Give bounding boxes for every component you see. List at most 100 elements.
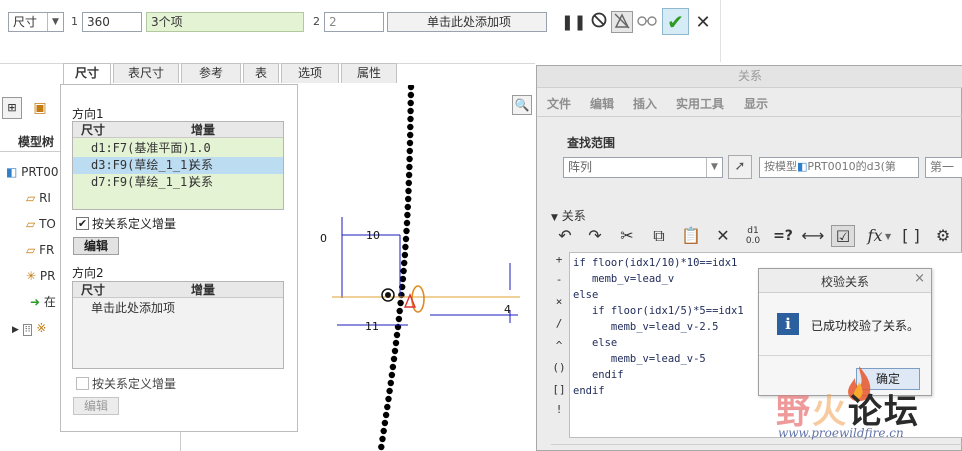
dir1-relation-checkbox[interactable]: ✔ — [76, 217, 89, 230]
op-multiply[interactable]: × — [552, 294, 566, 310]
confirm-check-icon[interactable]: ✔ — [662, 8, 689, 35]
bottom-divider — [551, 444, 962, 445]
redo-icon[interactable]: ↷ — [583, 225, 607, 247]
tree-item-right-plane[interactable]: ▱ RI — [26, 187, 51, 209]
tab-table[interactable]: 表 — [243, 63, 279, 83]
verify-relations-icon[interactable]: ☑ — [831, 225, 855, 247]
row-dim: d3:F9(草绘_1_1) — [91, 158, 195, 172]
menu-insert[interactable]: 插入 — [633, 95, 657, 112]
dialog-message: 已成功校验了关系。 — [811, 319, 920, 333]
folder-icon[interactable]: ▣ — [30, 98, 50, 118]
dir1-items-field[interactable]: 3个项 — [146, 12, 304, 32]
menu-utilities[interactable]: 实用工具 — [676, 95, 724, 112]
tab-dimensions[interactable]: 尺寸 — [63, 63, 111, 84]
pattern-instance-dot — [390, 355, 398, 363]
pattern-icon: ⁝⁝ — [22, 324, 33, 336]
pattern-instance-dot — [380, 427, 387, 435]
menu-display[interactable]: 显示 — [744, 95, 768, 112]
menu-file[interactable]: 文件 — [547, 95, 571, 112]
table-row[interactable]: d1:F7(基准平面) 1.0 — [73, 140, 283, 157]
brackets-icon[interactable]: [ ] — [899, 225, 923, 247]
undo-icon[interactable]: ↶ — [553, 225, 577, 247]
pattern-instance-dot — [404, 203, 411, 211]
pattern-instance-dot — [402, 243, 409, 251]
col-increment: 增量 — [191, 123, 216, 137]
pattern-instance-dot — [378, 443, 385, 451]
code-line: else — [573, 289, 599, 301]
tree-item-csys[interactable]: ✳ PR — [26, 265, 55, 287]
dir2-count-input[interactable]: 2 — [324, 12, 384, 32]
pattern-instance-dot — [387, 379, 394, 387]
ok-button[interactable]: 确定 — [856, 368, 920, 390]
pattern-instance-dot — [381, 419, 389, 427]
glasses-icon[interactable] — [636, 11, 658, 33]
pattern-instance-dot — [379, 435, 386, 443]
chevron-down-icon: ▼ — [706, 158, 722, 177]
op-brackets[interactable]: [] — [552, 382, 566, 398]
dir1-relation-label: 按关系定义增量 — [92, 217, 177, 231]
close-icon[interactable]: ✕ — [692, 12, 714, 34]
tree-item-insert-here[interactable]: ➜ 在 — [30, 291, 56, 313]
dir2-relation-checkbox[interactable] — [76, 377, 89, 390]
preview-geometry-icon[interactable] — [611, 11, 633, 33]
edit-relations-button-disabled[interactable]: 编辑 — [73, 397, 119, 415]
tab-options[interactable]: 选项 — [281, 63, 339, 83]
op-not[interactable]: ! — [552, 402, 566, 418]
pattern-instance-dot — [399, 275, 407, 283]
pattern-instance-dot — [407, 107, 414, 115]
op-power[interactable]: ^ — [552, 338, 566, 354]
model-select-2[interactable]: 第一 — [925, 157, 962, 178]
pattern-instance-dot — [407, 91, 415, 99]
dir2-label: 方向2 — [72, 266, 104, 280]
delete-icon[interactable]: ✕ — [711, 225, 735, 247]
type-select[interactable]: 尺寸 ▼ — [8, 12, 64, 32]
dir2-add-item[interactable]: 单击此处添加项 — [91, 300, 175, 317]
tree-item-top-plane[interactable]: ▱ TO — [26, 213, 56, 235]
tree-item-pattern[interactable]: ▶ ⁝⁝ ※ — [12, 317, 46, 339]
pattern-instance-dot — [405, 179, 412, 187]
dialog-title: 校验关系 — [820, 275, 869, 289]
table-row-selected[interactable]: d3:F9(草绘_1_1) 关系 — [73, 157, 283, 174]
switch-dim-display-icon[interactable]: d1 0.0 — [741, 225, 765, 247]
dialog-divider — [759, 355, 931, 356]
evaluate-icon[interactable]: =? — [771, 225, 795, 247]
close-icon[interactable]: × — [914, 271, 925, 286]
menu-edit[interactable]: 编辑 — [590, 95, 614, 112]
dir1-table-header: 尺寸 增量 — [73, 122, 283, 138]
op-divide[interactable]: / — [552, 316, 566, 332]
op-plus[interactable]: + — [552, 252, 566, 268]
pattern-instance-dot — [388, 371, 396, 379]
dir1-table[interactable]: 尺寸 增量 d1:F7(基准平面) 1.0 d3:F9(草绘_1_1) 关系 d… — [72, 121, 284, 210]
row-inc: 关系 — [189, 158, 214, 172]
tree-item-part[interactable]: ◧ PRT00 — [6, 161, 58, 183]
copy-icon[interactable]: ⧉ — [647, 225, 671, 247]
row-inc: 关系 — [189, 175, 214, 189]
dir2-table[interactable]: 尺寸 增量 单击此处添加项 — [72, 281, 284, 369]
model-tree-tab-icon[interactable]: ⊞ — [2, 97, 22, 119]
tab-table-dimensions[interactable]: 表尺寸 — [113, 63, 179, 83]
tab-properties[interactable]: 属性 — [341, 63, 397, 83]
dir2-add-items-field[interactable]: 单击此处添加项 — [387, 12, 547, 32]
op-parens[interactable]: () — [552, 360, 566, 376]
tab-references[interactable]: 参考 — [181, 63, 241, 83]
pattern-instance-dot — [407, 99, 414, 107]
cut-icon[interactable]: ✂ — [615, 225, 639, 247]
paste-icon[interactable]: 📋 — [679, 225, 703, 247]
chevron-down-icon[interactable]: ▼ — [885, 232, 891, 241]
function-icon[interactable]: fx — [863, 225, 887, 247]
code-line: endif — [573, 369, 624, 381]
relations-section-header[interactable]: ▼ 关系 — [551, 207, 586, 224]
op-minus[interactable]: - — [552, 272, 566, 288]
tree-item-front-plane[interactable]: ▱ FR — [26, 239, 54, 261]
pause-icon[interactable]: ❚❚ — [561, 11, 586, 33]
dir1-count-input[interactable]: 360 — [82, 12, 142, 32]
model-select[interactable]: 按模型◧PRT0010的d3(第 — [759, 157, 919, 178]
edit-relations-button[interactable]: 编辑 — [73, 237, 119, 255]
code-line: memb_v=lead_v-2.5 — [573, 321, 719, 333]
params-icon[interactable]: ⚙ — [931, 225, 955, 247]
no-preview-icon[interactable] — [588, 11, 610, 33]
scope-select[interactable]: 阵列 ▼ — [563, 157, 723, 178]
select-pointer-icon[interactable]: ➚ — [728, 155, 752, 179]
table-row[interactable]: d7:F9(草绘_1_1) 关系 — [73, 174, 283, 191]
dimension-icon[interactable]: ⟷ — [801, 225, 825, 247]
